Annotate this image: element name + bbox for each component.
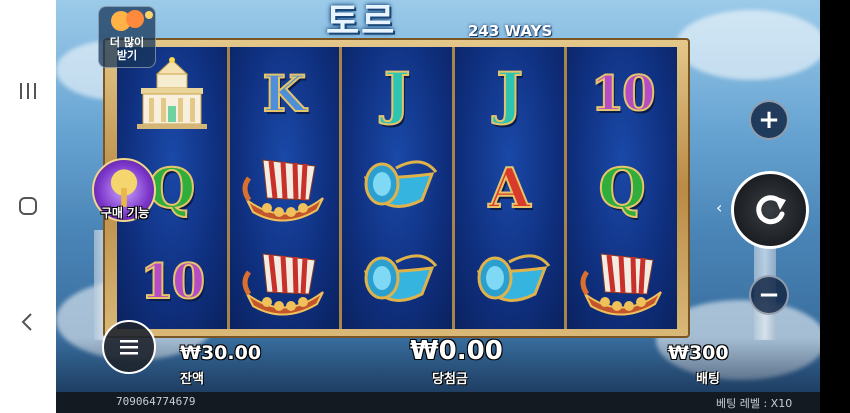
reel-cell: K [230,47,340,141]
win-value: ₩0.00 [410,336,503,366]
hamburger-icon [120,340,138,355]
reel-cell [455,235,565,329]
reel-cell [342,141,452,235]
reel-cell [230,235,340,329]
reel-cell: 10 [567,47,677,141]
bet-value: ₩300 [668,342,729,364]
reel-cell [567,235,677,329]
reel-cell: 10 [117,235,227,329]
reel-5: 10 Q [567,47,677,329]
reel-2: K [229,47,340,329]
bet-label: 배팅 [696,372,720,387]
a-symbol: A [488,156,532,220]
minus-icon: − [758,280,780,310]
reel-cell [230,141,340,235]
reel-cell: A [455,141,565,235]
bet-decrease-button[interactable]: − [749,275,789,315]
bet-increase-button[interactable]: + [749,100,789,140]
reel-4: J A [454,47,565,329]
viking-ship-symbol [242,253,325,316]
android-nav-bar [0,0,56,413]
viking-ship-symbol [580,253,663,316]
viking-ship-symbol [242,159,325,222]
back-icon[interactable] [10,304,46,340]
j-symbol: J [495,61,523,127]
game-id: 709064774679 [116,395,196,408]
spin-button[interactable] [731,171,809,249]
drinking-horn-symbol [363,160,438,208]
recents-icon[interactable] [10,73,46,109]
get-more-label: 더 많이 받기 [109,36,145,62]
k-symbol: K [262,64,307,123]
reel-cell [342,235,452,329]
chevron-left-icon: ‹ [716,198,723,217]
plus-icon: + [758,105,780,135]
home-icon[interactable] [10,188,46,224]
drinking-horn-symbol [363,254,438,302]
reel-cell: J [342,47,452,141]
buy-feature-label: 구매 기능 [100,206,150,220]
gift-icon [111,10,153,31]
balance-label: 잔액 [180,372,204,387]
reel-3: J [342,47,452,329]
screen-edge [820,0,850,413]
menu-button[interactable] [102,320,156,374]
spin-icon [756,195,786,225]
reel-cell: J [455,47,565,141]
reels: Q 10 K J J A 10 Q [117,47,677,329]
reel-cell: Q [567,141,677,235]
cloud [676,10,820,80]
drinking-horn-symbol [476,254,550,302]
bet-level: 베팅 레벨 : X10 [716,397,793,410]
win-label: 당첨금 [432,372,468,387]
ten-symbol: 10 [139,254,206,310]
balance-value: ₩30.00 [180,342,262,364]
ten-symbol: 10 [590,66,657,122]
q-symbol: Q [598,156,647,220]
j-symbol: J [383,61,411,127]
